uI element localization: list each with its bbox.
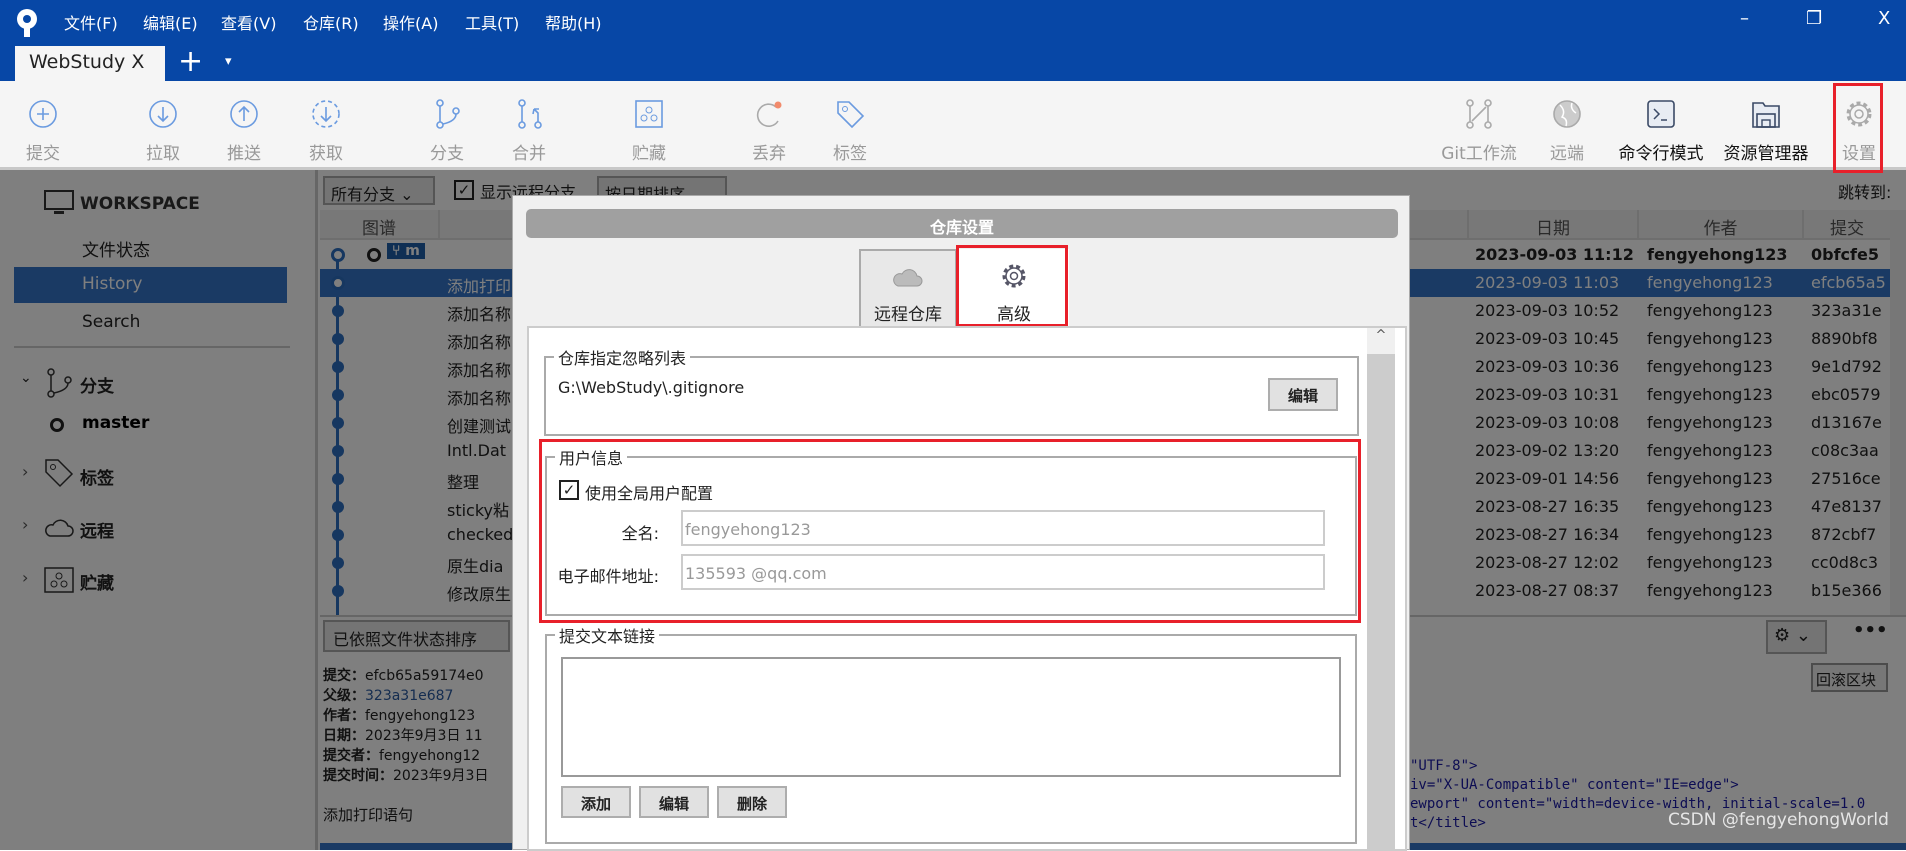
user-info-group: 用户信息 ✓ 使用全局用户配置 全名: fengyehong123 电子邮件地址… xyxy=(545,445,1357,616)
fetch-icon xyxy=(312,100,340,128)
commit-links-list[interactable] xyxy=(561,657,1341,777)
watermark: CSDN @fengyehongWorld xyxy=(1668,810,1889,830)
email-label: 电子邮件地址: xyxy=(557,567,659,586)
toolbar-label: 合并 xyxy=(512,144,546,164)
advanced-panel: ^ 仓库指定忽略列表 G:\WebStudy\.gitignore 编辑 用户信… xyxy=(527,326,1407,851)
group-legend: 用户信息 xyxy=(555,445,628,469)
toolbar-folder-button[interactable]: 资源管理器 xyxy=(1724,81,1809,170)
use-global-label: 使用全局用户配置 xyxy=(585,484,714,503)
dialog-title: 仓库设置 xyxy=(526,209,1398,238)
toolbar-label: 贮藏 xyxy=(632,144,666,164)
merge-icon xyxy=(518,99,542,129)
edit-ignore-button[interactable]: 编辑 xyxy=(1268,378,1338,411)
toolbar: 提交 拉取 推送 获取 分支 合并 贮藏 丢弃 标签 Git工作流 远端 命令行模式 资源管理器 设置 xyxy=(0,81,1906,170)
tab-dropdown-icon[interactable]: ▾ xyxy=(225,54,232,69)
tab-remote-repos[interactable]: 远程仓库 xyxy=(859,249,957,329)
full-name-input[interactable]: fengyehong123 xyxy=(681,510,1325,546)
git-flow-icon xyxy=(1466,99,1492,129)
menu-item[interactable]: 帮助(H) xyxy=(545,10,602,34)
group-legend: 仓库指定忽略列表 xyxy=(554,345,691,369)
close-window-button[interactable]: X xyxy=(1878,8,1890,29)
menu-item[interactable]: 编辑(E) xyxy=(143,10,198,34)
ignore-file-path: G:\WebStudy\.gitignore xyxy=(558,378,745,397)
toolbar-terminal-button[interactable]: 命令行模式 xyxy=(1619,81,1704,170)
arrow-up-circle-icon xyxy=(230,100,258,128)
globe-icon xyxy=(1553,100,1581,128)
toolbar-plus-circle-button[interactable]: 提交 xyxy=(3,81,83,170)
toolbar-label: 命令行模式 xyxy=(1618,144,1704,164)
title-bar: 文件(F) 编辑(E) 查看(V) 仓库(R) 操作(A) 工具(T) 帮助(H) WebS… xyxy=(0,0,1906,81)
terminal-icon xyxy=(1647,100,1675,128)
arrow-down-circle-icon xyxy=(149,100,177,128)
toolbar-fetch-button[interactable]: 获取 xyxy=(286,81,366,170)
panel-scrollbar[interactable]: ^ xyxy=(1367,328,1395,851)
toolbar-tag-button[interactable]: 标签 xyxy=(810,81,890,170)
restore-button[interactable]: ❐ xyxy=(1806,8,1822,29)
folder-icon xyxy=(1752,102,1780,128)
toolbar-label: 标签 xyxy=(833,144,867,164)
repo-tab-label: WebStudy xyxy=(29,51,126,73)
plus-circle-icon xyxy=(29,100,57,128)
cloud-icon xyxy=(893,269,923,287)
toolbar-label: 提交 xyxy=(26,144,60,164)
add-link-button[interactable]: 添加 xyxy=(561,786,631,818)
repository-settings-dialog: 仓库设置 远程仓库 高级 ^ 仓库指定忽略列表 G:\WebStudy\.git… xyxy=(512,195,1410,851)
tab-label: 远程仓库 xyxy=(874,305,942,325)
branch-icon xyxy=(436,99,460,129)
advanced-tab-highlight xyxy=(956,245,1068,327)
toolbar-globe-button[interactable]: 远端 xyxy=(1527,81,1607,170)
discard-icon xyxy=(756,101,782,127)
menu-item[interactable]: 仓库(R) xyxy=(303,10,359,34)
menu-item[interactable]: 工具(T) xyxy=(465,10,519,34)
menu-item[interactable]: 查看(V) xyxy=(221,10,276,34)
settings-highlight xyxy=(1833,83,1883,173)
toolbar-merge-button[interactable]: 合并 xyxy=(489,81,569,170)
minimize-button[interactable]: – xyxy=(1740,8,1749,29)
commit-links-group: 提交文本链接 添加 编辑 删除 xyxy=(545,623,1357,844)
app-logo-icon xyxy=(17,9,37,37)
stash-icon xyxy=(635,100,663,128)
email-input[interactable]: 135593​ @qq.com xyxy=(681,554,1325,590)
close-tab-icon[interactable]: X xyxy=(131,51,144,73)
menu-item[interactable]: 文件(F) xyxy=(64,10,118,34)
toolbar-stash-button[interactable]: 贮藏 xyxy=(609,81,689,170)
menu-item[interactable]: 操作(A) xyxy=(383,10,438,34)
use-global-checkbox[interactable]: ✓ xyxy=(559,480,579,500)
ignore-list-group: 仓库指定忽略列表 G:\WebStudy\.gitignore 编辑 xyxy=(544,345,1359,436)
toolbar-label: 获取 xyxy=(309,144,343,164)
add-tab-button[interactable]: + xyxy=(178,44,203,79)
group-legend: 提交文本链接 xyxy=(555,623,660,647)
full-name-label: 全名: xyxy=(621,524,659,543)
edit-link-button[interactable]: 编辑 xyxy=(639,786,709,818)
delete-link-button[interactable]: 删除 xyxy=(717,786,787,818)
tag-icon xyxy=(837,101,865,129)
scroll-up-icon[interactable]: ^ xyxy=(1367,328,1395,354)
repo-tab[interactable]: WebStudy X xyxy=(15,46,165,81)
